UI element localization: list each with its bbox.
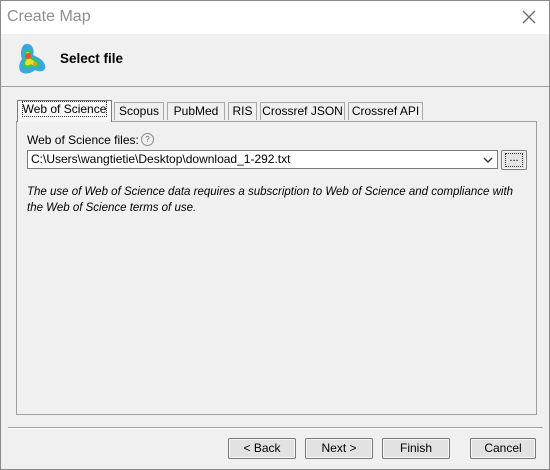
tab-panel: Web of Science files: ? C:\Users\wangtie…: [16, 121, 537, 415]
close-icon[interactable]: [519, 7, 539, 27]
tab-label: Web of Science: [21, 101, 108, 117]
browse-label: ...: [505, 153, 523, 167]
tab-label: Scopus: [118, 104, 160, 118]
file-path-combobox[interactable]: C:\Users\wangtietie\Desktop\download_1-2…: [27, 150, 498, 169]
window-title: Create Map: [7, 8, 91, 25]
finish-button[interactable]: Finish: [382, 438, 450, 459]
tab-scopus[interactable]: Scopus: [114, 102, 164, 120]
create-map-dialog: Create Map Select file Web of Science Sc…: [0, 0, 550, 470]
next-button[interactable]: Next >: [305, 438, 373, 459]
chevron-down-icon[interactable]: [482, 154, 494, 166]
title-bar: Create Map: [1, 1, 549, 34]
tab-crossref-api[interactable]: Crossref API: [348, 102, 423, 120]
cancel-button[interactable]: Cancel: [470, 438, 536, 459]
tab-pubmed[interactable]: PubMed: [167, 102, 225, 120]
help-icon[interactable]: ?: [141, 133, 154, 146]
back-button[interactable]: < Back: [228, 438, 296, 459]
browse-button[interactable]: ...: [501, 150, 527, 170]
file-path-value: C:\Users\wangtietie\Desktop\download_1-2…: [31, 152, 291, 166]
subscription-notice: The use of Web of Science data requires …: [27, 186, 514, 214]
tab-label: PubMed: [173, 104, 219, 118]
tab-crossref-json[interactable]: Crossref JSON: [260, 102, 345, 120]
density-map-icon: [16, 42, 48, 76]
files-label: Web of Science files:: [27, 133, 139, 147]
tab-ris[interactable]: RIS: [228, 102, 257, 120]
tab-label: Crossref API: [351, 104, 420, 118]
wizard-header: Select file: [1, 34, 549, 87]
footer-divider: [8, 427, 543, 429]
tab-web-of-science[interactable]: Web of Science: [17, 100, 112, 122]
tab-label: RIS: [232, 104, 253, 118]
tab-label: Crossref JSON: [262, 104, 343, 118]
header-title: Select file: [60, 51, 124, 66]
